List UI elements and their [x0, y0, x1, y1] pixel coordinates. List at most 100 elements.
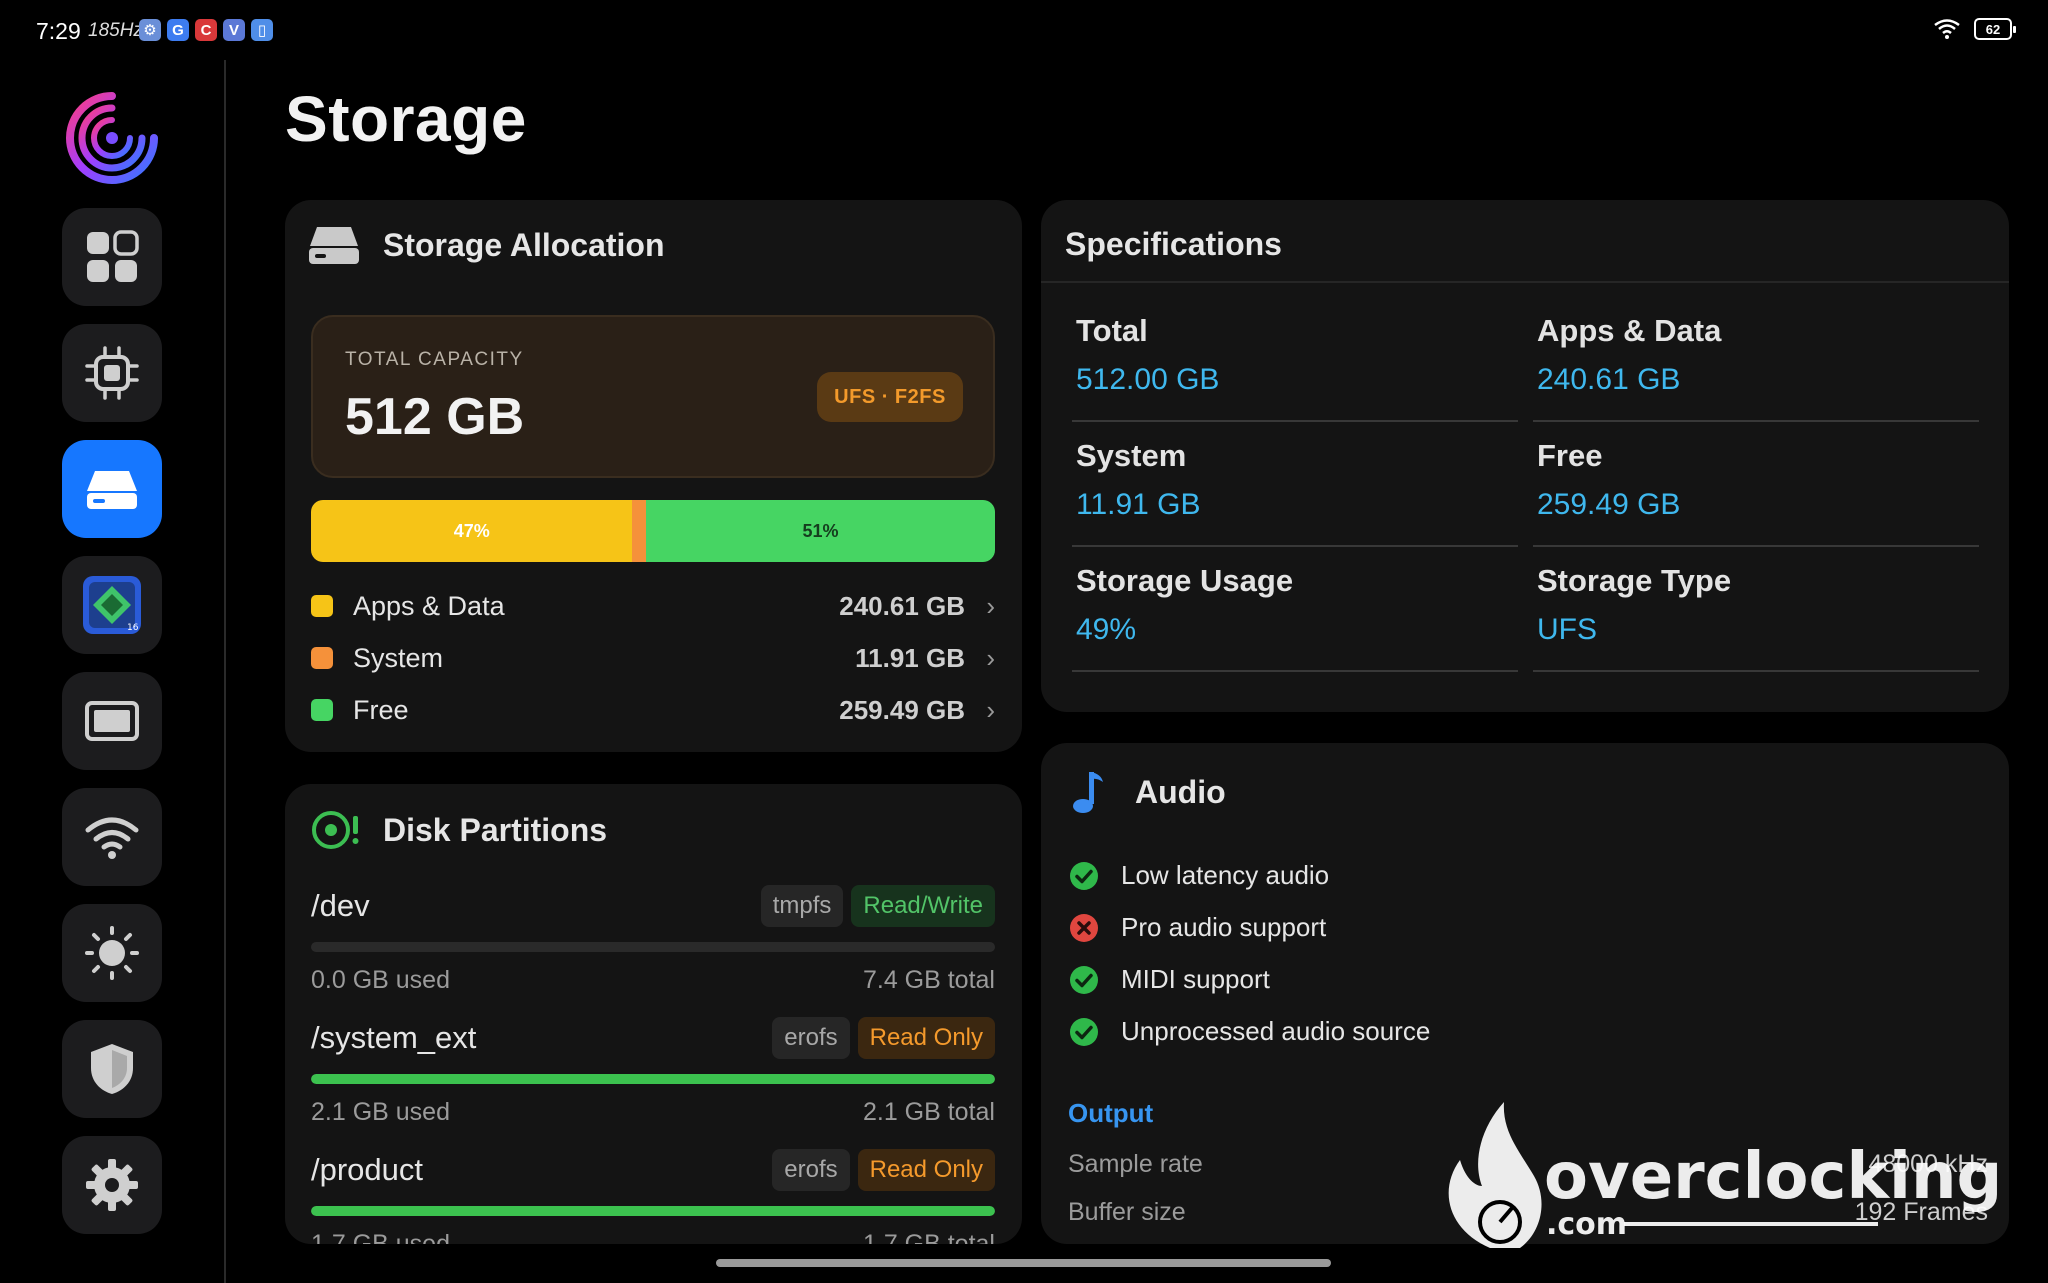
legend-row-system[interactable]: System 11.91 GB ›	[311, 632, 1003, 684]
legend-swatch	[311, 647, 333, 669]
chevron-right-icon: ›	[986, 694, 995, 725]
cpu-icon	[85, 346, 139, 400]
disk-partitions-title: Disk Partitions	[383, 811, 608, 848]
spec-label: Total	[1076, 313, 1148, 348]
home-indicator[interactable]	[716, 1259, 1331, 1267]
partition-mount: /system_ext	[311, 1020, 477, 1055]
partition-used: 0.0 GB used	[311, 966, 450, 994]
drive-icon	[87, 471, 137, 509]
notification-icons: ⚙ G C V ▯	[139, 19, 273, 41]
output-label: Sample rate	[1068, 1150, 1203, 1178]
shield-icon	[91, 1044, 133, 1094]
nav-settings[interactable]	[62, 1136, 162, 1234]
partition-usage-fill	[311, 1206, 995, 1216]
nav-network[interactable]	[62, 788, 162, 886]
gear-icon	[86, 1159, 138, 1211]
audio-feature: MIDI support	[1069, 964, 1270, 995]
android-chip-icon: 16	[83, 576, 141, 634]
music-note-icon	[1073, 772, 1103, 813]
check-circle-icon	[1070, 1017, 1098, 1046]
app-logo[interactable]	[64, 90, 160, 186]
partition-used: 2.1 GB used	[311, 1098, 450, 1126]
spec-item: Total 512.00 GB	[1072, 297, 1518, 422]
audio-title: Audio	[1135, 773, 1226, 810]
watermark-brand: overclocking	[1544, 1140, 2002, 1214]
legend-swatch	[311, 699, 333, 721]
spec-value: UFS	[1537, 613, 1597, 646]
spec-item: System 11.91 GB	[1072, 422, 1518, 547]
free-segment: 51%	[646, 500, 995, 562]
partition-total: 2.1 GB total	[862, 1098, 995, 1126]
nav-cpu[interactable]	[62, 324, 162, 422]
nav-android[interactable]: 16	[62, 556, 162, 654]
app-notification-icon: ▯	[251, 19, 273, 41]
partition-total: 7.4 GB total	[862, 966, 995, 994]
grid-icon	[87, 230, 139, 282]
partition-mount: /dev	[311, 888, 370, 923]
mode-tag: Read/Write	[851, 885, 995, 927]
legend-value: 240.61 GB	[839, 590, 965, 621]
partition-mount: /product	[311, 1152, 424, 1187]
legend-value: 259.49 GB	[839, 694, 965, 725]
status-bar: 7:29 185Hz ⚙ G C V ▯ 62	[0, 0, 2048, 60]
chevron-right-icon: ›	[986, 642, 995, 673]
page-title: Storage	[285, 83, 527, 155]
partition-usage-bar	[311, 942, 995, 952]
legend-row-apps[interactable]: Apps & Data 240.61 GB ›	[311, 580, 1003, 632]
output-label: Buffer size	[1068, 1198, 1186, 1226]
filesystem-tag: erofs	[772, 1149, 850, 1191]
spec-value: 240.61 GB	[1537, 363, 1681, 396]
google-icon: G	[167, 19, 189, 41]
partition-usage-bar	[311, 1074, 995, 1084]
spec-value: 11.91 GB	[1076, 488, 1201, 521]
total-capacity-panel: TOTAL CAPACITY 512 GB UFS · F2FS	[311, 315, 995, 478]
sun-icon	[85, 926, 139, 980]
audio-feature: Unprocessed audio source	[1069, 1016, 1430, 1047]
output-section-title: Output	[1068, 1098, 1154, 1128]
refresh-rate: 185Hz	[88, 20, 143, 41]
nav-display[interactable]	[62, 672, 162, 770]
spec-item: Free 259.49 GB	[1533, 422, 1979, 547]
audio-feature-label: Low latency audio	[1121, 860, 1330, 890]
audio-feature: Low latency audio	[1069, 860, 1329, 891]
spec-label: Apps & Data	[1537, 313, 1722, 348]
disk-partitions-card: Disk Partitions /dev tmpfs Read/Write 0.…	[285, 784, 1022, 1244]
storage-allocation-title: Storage Allocation	[383, 226, 665, 263]
error-circle-icon	[1070, 913, 1098, 942]
spec-value: 259.49 GB	[1537, 488, 1681, 521]
apps-segment: 47%	[311, 500, 633, 562]
nav-dashboard[interactable]	[62, 208, 162, 306]
status-time: 7:29	[36, 18, 81, 44]
spec-label: Free	[1537, 438, 1603, 473]
storage-legend: Apps & Data 240.61 GB › System 11.91 GB …	[311, 580, 1003, 736]
spec-item: Apps & Data 240.61 GB	[1533, 297, 1979, 422]
system-segment	[632, 500, 647, 562]
nav-storage[interactable]	[62, 440, 162, 538]
filesystem-tag: tmpfs	[760, 885, 844, 927]
display-icon	[85, 701, 139, 741]
spec-value: 512.00 GB	[1076, 363, 1220, 396]
battery-icon: 62	[1974, 18, 2016, 40]
drive-icon	[309, 227, 359, 264]
specifications-title: Specifications	[1065, 226, 1282, 262]
spec-label: Storage Type	[1537, 563, 1732, 598]
check-circle-icon	[1070, 861, 1098, 890]
partition-usage-fill	[311, 1074, 995, 1084]
nav-sensors[interactable]	[62, 904, 162, 1002]
wifi-icon	[85, 817, 139, 859]
nav-security[interactable]	[62, 1020, 162, 1118]
app-notification-icon: ⚙	[139, 19, 161, 41]
spec-label: Storage Usage	[1076, 563, 1294, 598]
specifications-card: Specifications Total 512.00 GB Apps & Da…	[1041, 200, 2009, 712]
spec-item: Storage Usage 49%	[1072, 547, 1518, 672]
mode-tag: Read Only	[857, 1149, 995, 1191]
watermark-logo: overclocking .com	[1448, 1102, 2002, 1248]
legend-value: 11.91 GB	[855, 642, 965, 673]
mode-tag: Read Only	[857, 1017, 995, 1059]
legend-row-free[interactable]: Free 259.49 GB ›	[311, 684, 1003, 736]
svg-text:16: 16	[127, 623, 139, 633]
spec-label: System	[1076, 438, 1187, 473]
total-capacity-label: TOTAL CAPACITY	[345, 349, 524, 370]
spec-value: 49%	[1076, 613, 1137, 646]
partition-usage-bar	[311, 1206, 995, 1216]
